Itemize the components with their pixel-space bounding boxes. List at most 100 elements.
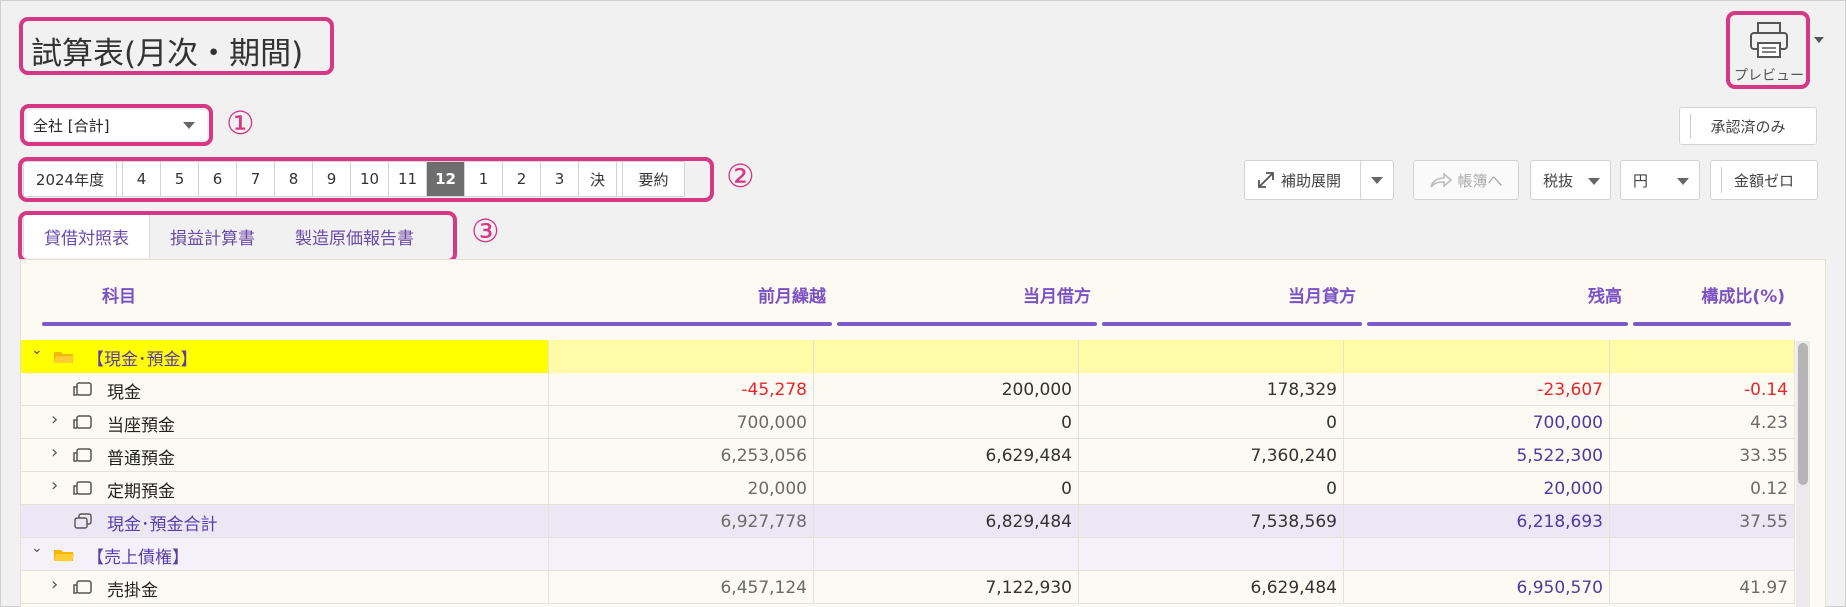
folder-open-icon	[53, 349, 75, 364]
balance-cell: 6,218,693	[1344, 505, 1610, 538]
prev-balance-cell	[549, 538, 814, 571]
balance-cell: 6,950,570	[1344, 571, 1610, 604]
chevron-right-icon[interactable]: ›	[51, 574, 58, 595]
column-header-prev-balance[interactable]: 前月繰越	[572, 280, 832, 326]
credit-cell: 6,629,484	[1079, 571, 1344, 604]
scrollbar-thumb[interactable]	[1798, 343, 1808, 485]
print-dropdown-caret-icon[interactable]	[1814, 37, 1824, 43]
account-icon	[73, 381, 93, 397]
credit-cell: 0	[1079, 472, 1344, 505]
expand-dropdown-button[interactable]	[1360, 160, 1394, 200]
column-header-credit[interactable]: 当月貸方	[1102, 280, 1362, 326]
account-cell: › 定期預金	[21, 472, 549, 505]
expand-arrows-icon	[1258, 172, 1274, 188]
tax-mode-value: 税抜	[1543, 171, 1574, 190]
account-icon	[73, 447, 93, 463]
callout-1: ①	[226, 104, 255, 142]
column-header-account[interactable]: 科目	[42, 280, 586, 326]
debit-cell: 6,629,484	[814, 439, 1079, 472]
account-cell: › 普通預金	[21, 439, 549, 472]
account-name: 定期預金	[107, 482, 175, 502]
print-highlight	[1726, 11, 1810, 89]
period-highlight	[18, 157, 714, 202]
column-header-debit[interactable]: 当月借方	[837, 280, 1097, 326]
header-label: 構成比(%)	[1701, 287, 1785, 307]
currency-unit-select[interactable]: 円	[1620, 160, 1700, 200]
group-row[interactable]: ⌄ 【売上債権】	[21, 538, 1795, 571]
account-name: 現金･預金合計	[107, 515, 218, 535]
ledger-label: 帳簿へ	[1457, 171, 1503, 190]
balance-cell: 5,522,300	[1344, 439, 1610, 472]
account-cell: 現金･預金合計	[21, 505, 549, 538]
ratio-cell: 37.55	[1610, 505, 1795, 538]
ratio-cell	[1610, 538, 1795, 571]
header-label: 残高	[1588, 287, 1622, 307]
prev-balance-cell: -45,278	[549, 373, 814, 406]
tax-mode-select[interactable]: 税抜	[1530, 160, 1611, 200]
zero-amount-label: 金額ゼロ	[1733, 171, 1794, 190]
zero-amount-button[interactable]: 金額ゼロ	[1710, 160, 1818, 200]
account-cell: 現金	[21, 373, 549, 406]
go-to-ledger-button[interactable]: 帳簿へ	[1413, 160, 1519, 200]
account-icon	[73, 579, 93, 595]
ratio-cell: 4.23	[1610, 406, 1795, 439]
debit-cell: 200,000	[814, 373, 1079, 406]
debit-cell	[814, 538, 1079, 571]
prev-balance-cell: 20,000	[549, 472, 814, 505]
credit-cell	[1079, 538, 1344, 571]
table-row[interactable]: › 定期預金 20,000 0 0 20,000 0.12	[21, 472, 1795, 505]
chevron-down-icon	[1371, 176, 1383, 184]
account-icon	[73, 414, 93, 430]
prev-balance-cell: 700,000	[549, 406, 814, 439]
callout-3: ③	[471, 212, 500, 250]
chevron-right-icon[interactable]: ›	[51, 475, 58, 496]
balance-cell: 20,000	[1344, 472, 1610, 505]
subtotal-icon	[73, 513, 93, 529]
table-row[interactable]: › 売掛金 6,457,124 7,122,930 6,629,484 6,950,570…	[21, 571, 1795, 604]
chevron-right-icon[interactable]: ›	[51, 442, 58, 463]
credit-cell: 7,538,569	[1079, 505, 1344, 538]
account-name: 現金	[107, 383, 141, 403]
account-icon	[73, 480, 93, 496]
credit-cell: 178,329	[1079, 373, 1344, 406]
ratio-cell: 0.12	[1610, 472, 1795, 505]
column-header-balance[interactable]: 残高	[1367, 280, 1628, 326]
debit-cell: 6,829,484	[814, 505, 1079, 538]
expand-label: 補助展開	[1281, 171, 1342, 190]
balance-cell: 700,000	[1344, 406, 1610, 439]
header-label: 当月借方	[1023, 287, 1091, 307]
table-row[interactable]: 現金 -45,278 200,000 178,329 -23,607 -0.14	[21, 373, 1795, 406]
ratio-cell	[1610, 340, 1795, 373]
account-name: 当座預金	[107, 416, 175, 436]
vertical-scrollbar[interactable]	[1796, 341, 1810, 607]
ratio-cell: 33.35	[1610, 439, 1795, 472]
prev-balance-cell: 6,253,056	[549, 439, 814, 472]
account-name: 普通預金	[107, 449, 175, 469]
callout-2: ②	[726, 157, 755, 195]
account-name: 売掛金	[107, 581, 158, 601]
balance-cell: -23,607	[1344, 373, 1610, 406]
chevron-down-icon[interactable]: ⌄	[31, 342, 43, 358]
approved-only-label: 承認済のみ	[1710, 117, 1786, 136]
table-row[interactable]: › 当座預金 700,000 0 0 700,000 4.23	[21, 406, 1795, 439]
header-label: 前月繰越	[758, 287, 826, 307]
group-row[interactable]: ⌄ 【現金･預金】	[21, 340, 1795, 373]
company-highlight	[20, 104, 213, 146]
group-name: 【現金･預金】	[87, 350, 198, 370]
account-cell: ⌄ 【現金･預金】	[21, 340, 549, 373]
account-cell: ⌄ 【売上債権】	[21, 538, 549, 571]
chevron-right-icon[interactable]: ›	[51, 409, 58, 430]
tabs-highlight	[18, 211, 457, 263]
account-cell: › 売掛金	[21, 571, 549, 604]
table-row[interactable]: › 普通預金 6,253,056 6,629,484 7,360,240 5,522,30…	[21, 439, 1795, 472]
credit-cell: 0	[1079, 406, 1344, 439]
ratio-cell: 41.97	[1610, 571, 1795, 604]
debit-cell	[814, 340, 1079, 373]
total-row[interactable]: 現金･預金合計 6,927,778 6,829,484 7,538,569 6,218,…	[21, 505, 1795, 538]
column-header-ratio[interactable]: 構成比(%)	[1633, 280, 1791, 326]
header-label: 当月貸方	[1288, 287, 1356, 307]
chevron-down-icon[interactable]: ⌄	[31, 540, 43, 556]
balance-cell	[1344, 340, 1610, 373]
approved-only-button[interactable]: 承認済のみ	[1679, 107, 1817, 145]
prev-balance-cell: 6,457,124	[549, 571, 814, 604]
